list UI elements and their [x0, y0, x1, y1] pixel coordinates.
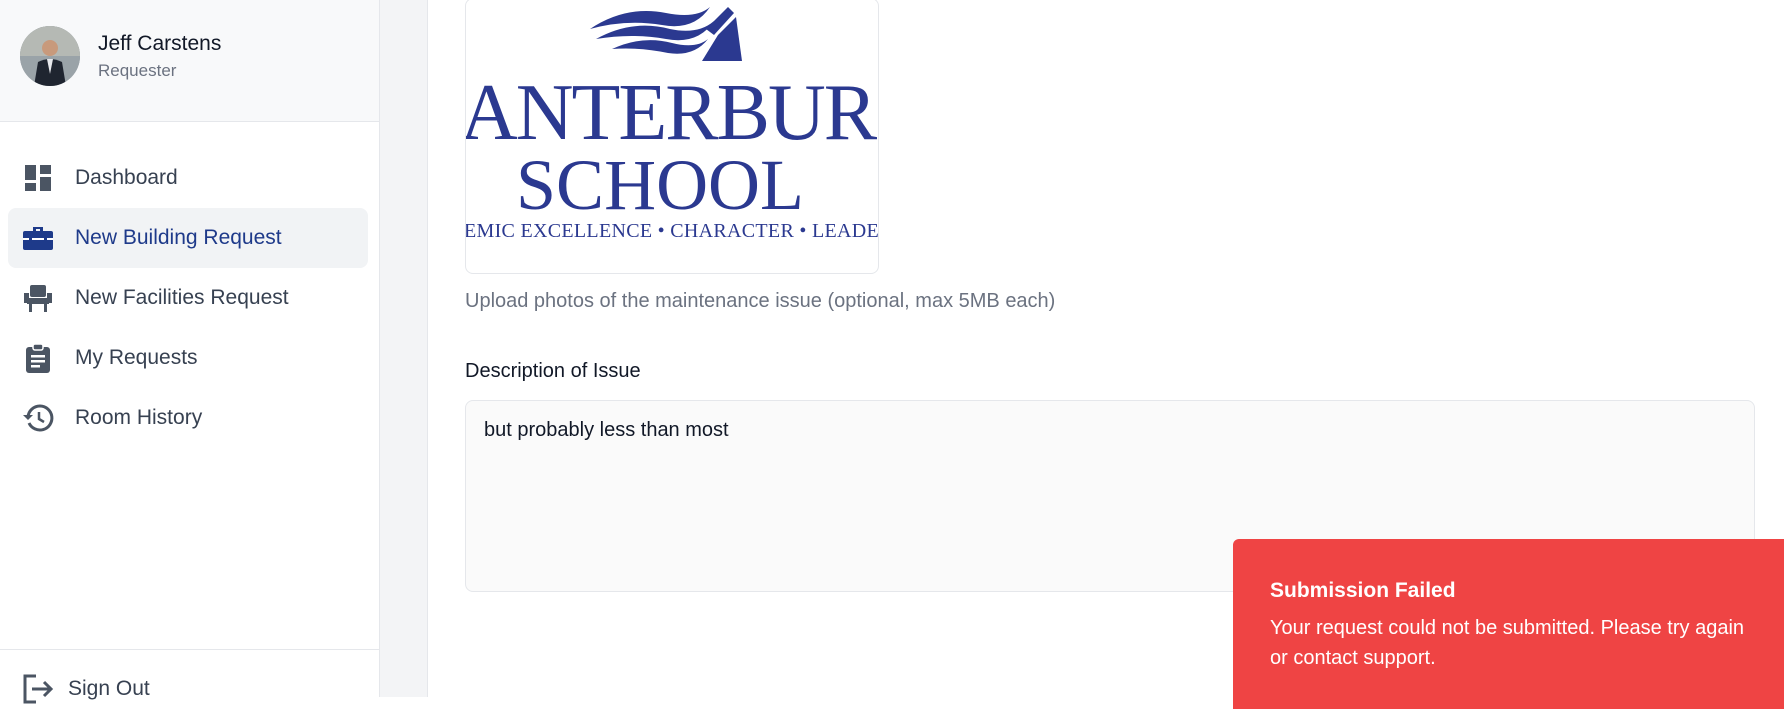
- sidebar-item-room-history[interactable]: Room History: [8, 388, 368, 448]
- dashboard-icon: [21, 161, 55, 195]
- chair-icon: [21, 281, 55, 315]
- sidebar-item-label: Dashboard: [75, 166, 178, 189]
- user-role: Requester: [98, 61, 177, 80]
- sidebar-item-label: New Building Request: [75, 226, 282, 249]
- school-logo-subtitle: SCHOOL: [516, 145, 805, 225]
- sidebar: Jeff Carstens Requester Dashboard New Bu…: [0, 0, 380, 704]
- school-logo-name: ANTERBUR: [465, 69, 877, 157]
- error-toast[interactable]: Submission Failed Your request could not…: [1233, 539, 1784, 709]
- description-label: Description of Issue: [465, 360, 641, 382]
- sidebar-item-my-requests[interactable]: My Requests: [8, 328, 368, 388]
- school-logo-motto: EMIC EXCELLENCE • CHARACTER • LEADERSHIP…: [465, 220, 879, 242]
- sign-out-button[interactable]: Sign Out: [0, 649, 379, 704]
- sidebar-item-label: My Requests: [75, 346, 198, 369]
- toast-title: Submission Failed: [1270, 579, 1456, 602]
- history-icon: [21, 401, 55, 435]
- sidebar-nav: Dashboard New Building Request New Facil…: [8, 148, 368, 448]
- sign-out-icon: [22, 674, 56, 704]
- user-profile: Jeff Carstens Requester: [0, 0, 379, 122]
- uploaded-photo-thumbnail[interactable]: ANTERBUR SCHOOL EMIC EXCELLENCE • CHARAC…: [465, 0, 879, 274]
- avatar: [20, 26, 80, 86]
- sidebar-item-new-building-request[interactable]: New Building Request: [8, 208, 368, 268]
- toolbox-icon: [21, 221, 55, 255]
- sign-out-label: Sign Out: [68, 677, 150, 700]
- sidebar-item-label: New Facilities Request: [75, 286, 289, 309]
- sidebar-item-label: Room History: [75, 406, 203, 429]
- clipboard-icon: [21, 341, 55, 375]
- content-gutter: [380, 0, 428, 697]
- sidebar-item-dashboard[interactable]: Dashboard: [8, 148, 368, 208]
- toast-message: Your request could not be submitted. Ple…: [1270, 617, 1745, 669]
- sidebar-item-new-facilities-request[interactable]: New Facilities Request: [8, 268, 368, 328]
- user-name: Jeff Carstens: [98, 32, 222, 55]
- school-logo-wave-icon: [590, 7, 742, 61]
- photo-upload-hint: Upload photos of the maintenance issue (…: [465, 290, 1056, 312]
